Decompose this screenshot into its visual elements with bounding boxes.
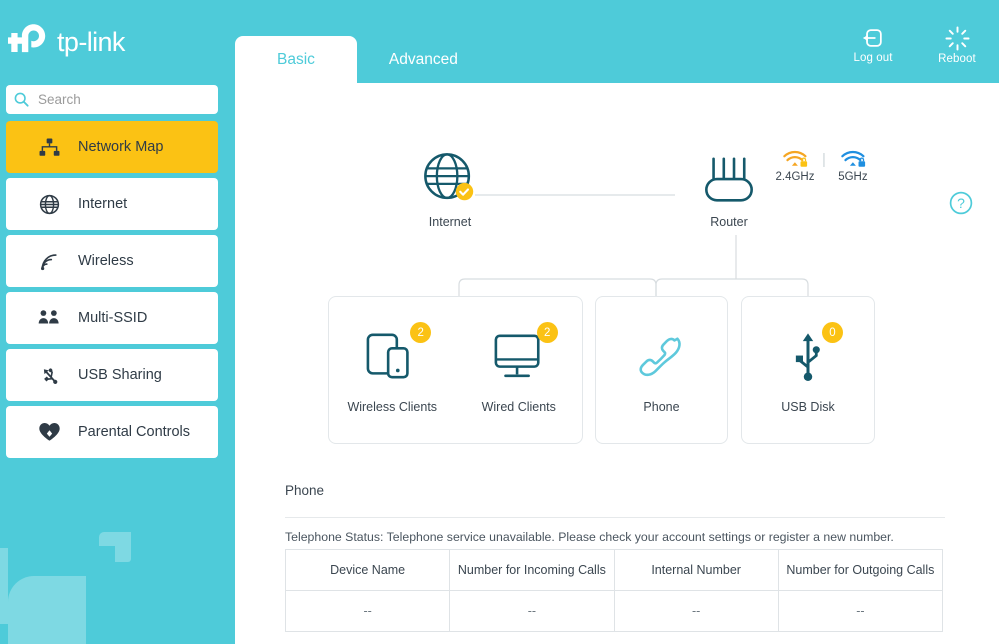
wifi-lock-icon <box>841 150 866 167</box>
tab-label: Basic <box>277 50 315 68</box>
reboot-label: Reboot <box>938 53 976 65</box>
logout-icon <box>863 29 882 47</box>
topology-label-router: Router <box>710 215 748 229</box>
wired-clients-badge: 2 <box>536 322 558 343</box>
wifi-bands: 2.4GHz | 5GHz <box>771 149 877 183</box>
logout-button[interactable]: Log out <box>847 26 899 65</box>
top-actions: Log out Reboot <box>847 26 983 65</box>
usb-disk-tile[interactable]: 0 USB Disk <box>745 322 872 414</box>
sidebar-item-parental-controls[interactable]: Parental Controls <box>6 406 218 458</box>
topology-cards: 2 Wireless Clients 2 Wired Clients Phone… <box>235 296 999 446</box>
heart-icon <box>36 422 62 442</box>
decorative-shape <box>46 612 86 644</box>
sidebar-item-label: Multi-SSID <box>78 310 148 326</box>
usb-disk-card[interactable]: 0 USB Disk <box>741 296 875 444</box>
sidebar-item-multi-ssid[interactable]: Multi-SSID <box>6 292 218 344</box>
tp-link-logo-icon <box>8 24 46 53</box>
globe-icon <box>36 194 62 215</box>
network-map-icon <box>36 137 62 157</box>
phone-label: Phone <box>643 400 680 414</box>
column-header: Number for Incoming Calls <box>449 549 615 591</box>
sidebar-nav: Network Map Internet Wireless Multi-SSID… <box>6 121 218 463</box>
telephone-status-text: Telephone Status: Telephone service unav… <box>285 530 894 544</box>
search-icon <box>14 92 29 107</box>
wifi-separator: | <box>822 151 826 168</box>
wired-clients-tile[interactable]: 2 Wired Clients <box>456 322 583 414</box>
tablet-phone-icon: 2 <box>365 322 432 388</box>
search-box[interactable] <box>6 85 218 114</box>
wired-clients-label: Wired Clients <box>481 400 556 414</box>
tab-basic[interactable]: Basic <box>235 36 357 83</box>
sidebar-item-label: Network Map <box>78 139 164 155</box>
wifi-band-label: 2.4GHz <box>775 171 815 183</box>
brand-logo[interactable]: tp-link <box>8 22 125 62</box>
tplink-router-admin-page: tp-link Network Map <box>0 0 999 644</box>
sidebar: tp-link Network Map <box>0 0 232 644</box>
main-area: Basic Advanced Log out Reboot ? Internet… <box>232 0 999 644</box>
sidebar-item-label: USB Sharing <box>78 367 162 383</box>
help-question-icon: ? <box>949 191 973 215</box>
table-header-row: Device Name Number for Incoming Calls In… <box>284 549 944 591</box>
table-cell: -- <box>449 590 615 632</box>
sidebar-item-label: Internet <box>78 196 128 212</box>
usb-icon <box>36 365 62 386</box>
reboot-icon <box>944 26 970 51</box>
phone-tile[interactable]: Phone <box>598 326 725 414</box>
wifi-lock-icon <box>783 150 808 167</box>
sidebar-item-label: Wireless <box>78 253 134 269</box>
wifi-band-5ghz[interactable]: 5GHz <box>829 149 877 183</box>
wireless-signal-icon <box>36 251 62 272</box>
tab-advanced[interactable]: Advanced <box>357 36 490 83</box>
phone-section: Phone Telephone Status: Telephone servic… <box>284 483 945 632</box>
help-button[interactable]: ? <box>949 191 973 220</box>
sidebar-item-usb-sharing[interactable]: USB Sharing <box>6 349 218 401</box>
section-divider <box>285 517 945 518</box>
phone-table: Device Name Number for Incoming Calls In… <box>284 549 944 632</box>
search-input[interactable] <box>36 91 210 108</box>
svg-text:?: ? <box>957 195 965 211</box>
wireless-clients-badge: 2 <box>410 322 432 343</box>
usb-disk-label: USB Disk <box>781 400 835 414</box>
multi-ssid-users-icon <box>36 309 62 328</box>
table-cell: -- <box>284 590 451 632</box>
wifi-band-24ghz[interactable]: 2.4GHz <box>771 149 819 183</box>
usb-disk-badge: 0 <box>822 322 843 343</box>
column-header: Internal Number <box>613 549 779 591</box>
topology-node-internet[interactable]: Internet <box>421 151 479 229</box>
monitor-icon: 2 <box>492 322 558 388</box>
sidebar-item-wireless[interactable]: Wireless <box>6 235 218 287</box>
wifi-band-label: 5GHz <box>838 171 868 183</box>
logout-label: Log out <box>853 52 893 64</box>
globe-icon <box>424 153 474 201</box>
wireless-clients-tile[interactable]: 2 Wireless Clients <box>329 322 456 414</box>
table-cell: -- <box>777 590 944 632</box>
topology-node-router[interactable]: Router <box>701 155 757 229</box>
decorative-shape <box>115 532 131 562</box>
wireless-clients-label: Wireless Clients <box>347 400 438 414</box>
usb-icon: 0 <box>785 322 843 388</box>
tab-label: Advanced <box>388 50 458 68</box>
column-header: Number for Outgoing Calls <box>777 549 944 591</box>
content-panel: ? Internet Router 2.4GHz | 5GHz 2 Wirele… <box>235 83 999 644</box>
decorative-shape <box>0 548 8 624</box>
phone-section-title: Phone <box>285 483 325 498</box>
sidebar-item-internet[interactable]: Internet <box>6 178 218 230</box>
sidebar-item-network-map[interactable]: Network Map <box>6 121 218 173</box>
tab-bar: Basic Advanced <box>235 36 490 83</box>
phone-card[interactable]: Phone <box>595 296 728 444</box>
column-header: Device Name <box>284 549 451 591</box>
topology-label-internet: Internet <box>428 215 472 229</box>
clients-card: 2 Wireless Clients 2 Wired Clients <box>328 296 583 444</box>
router-icon <box>705 157 753 202</box>
brand-name: tp-link <box>57 26 125 57</box>
reboot-button[interactable]: Reboot <box>931 26 983 65</box>
sidebar-item-label: Parental Controls <box>78 424 191 440</box>
table-cell: -- <box>613 590 779 632</box>
phone-handset-icon <box>635 326 689 388</box>
table-row: -- -- -- -- <box>284 590 944 632</box>
